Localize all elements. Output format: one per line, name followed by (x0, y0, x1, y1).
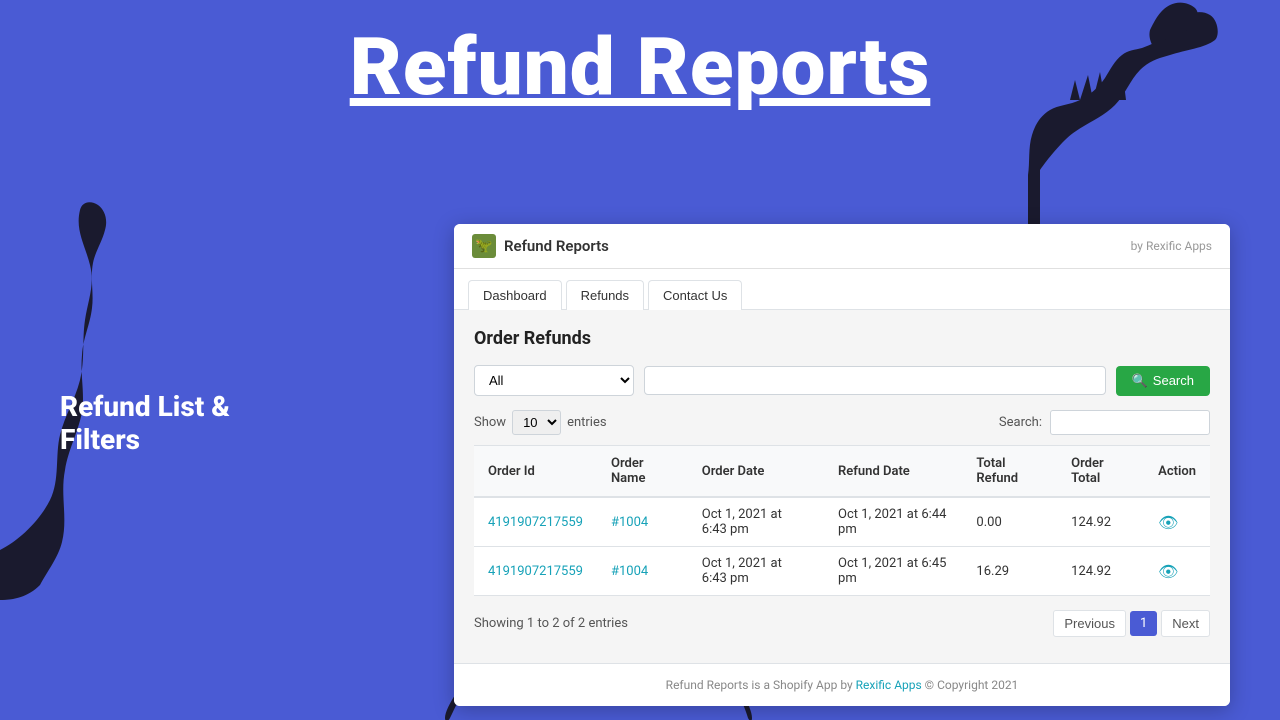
row1-refund-date: Oct 1, 2021 at 6:44 pm (824, 497, 962, 547)
table-header-row: Order Id Order Name Order Date Refund Da… (474, 446, 1210, 498)
footer-rexific-link[interactable]: Rexific Apps (856, 678, 922, 692)
app-logo-area: 🦖 Refund Reports (472, 234, 609, 258)
search-icon: 🔍 (1132, 373, 1148, 389)
row2-refund-date: Oct 1, 2021 at 6:45 pm (824, 547, 962, 596)
row1-action: 👁 (1144, 497, 1210, 547)
table-search-input[interactable] (1050, 410, 1210, 435)
footer-text-before: Refund Reports is a Shopify App by (666, 678, 856, 692)
dino-top-icon (840, 0, 1220, 230)
col-refund-date: Refund Date (824, 446, 962, 498)
row1-total-refund: 0.00 (962, 497, 1057, 547)
pagination-row: Showing 1 to 2 of 2 entries Previous 1 N… (474, 610, 1210, 637)
by-rexific-label: by Rexific Apps (1131, 239, 1212, 253)
content-area: Order Refunds All Refunded Partial 🔍 Sea… (454, 310, 1230, 655)
search-right-label: Search: (999, 415, 1042, 430)
row1-order-total: 124.92 (1057, 497, 1144, 547)
tab-refunds[interactable]: Refunds (566, 280, 644, 310)
row2-view-icon[interactable]: 👁 (1158, 562, 1178, 581)
col-action: Action (1144, 446, 1210, 498)
nav-tabs: Dashboard Refunds Contact Us (454, 269, 1230, 310)
filter-select[interactable]: All Refunded Partial (474, 365, 634, 396)
refunds-table: Order Id Order Name Order Date Refund Da… (474, 445, 1210, 596)
app-header: 🦖 Refund Reports by Rexific Apps (454, 224, 1230, 269)
row1-order-name-link[interactable]: #1004 (611, 515, 648, 530)
row2-order-date: Oct 1, 2021 at 6:43 pm (688, 547, 824, 596)
dino-logo-emoji: 🦖 (475, 238, 492, 254)
filter-row: All Refunded Partial 🔍 Search (474, 365, 1210, 396)
app-title: Refund Reports (504, 237, 609, 255)
col-order-date: Order Date (688, 446, 824, 498)
entries-select[interactable]: 10 25 50 (512, 410, 561, 435)
col-order-id: Order Id (474, 446, 597, 498)
tab-contact-us[interactable]: Contact Us (648, 280, 742, 310)
row2-order-id-link[interactable]: 4191907217559 (488, 564, 583, 579)
pagination-controls: Previous 1 Next (1053, 610, 1210, 637)
previous-button[interactable]: Previous (1053, 610, 1126, 637)
search-button[interactable]: 🔍 Search (1116, 366, 1210, 396)
table-row: 4191907217559 #1004 Oct 1, 2021 at 6:43 … (474, 497, 1210, 547)
row2-order-total: 124.92 (1057, 547, 1144, 596)
row2-order-name-link[interactable]: #1004 (611, 564, 648, 579)
row2-action: 👁 (1144, 547, 1210, 596)
filter-input[interactable] (644, 366, 1106, 395)
row2-total-refund: 16.29 (962, 547, 1057, 596)
side-label: Refund List & Filters (60, 390, 260, 456)
col-total-refund: Total Refund (962, 446, 1057, 498)
app-panel: 🦖 Refund Reports by Rexific Apps Dashboa… (454, 224, 1230, 706)
section-title: Order Refunds (474, 328, 1210, 349)
entries-left: Show 10 25 50 entries (474, 410, 607, 435)
col-order-total: Order Total (1057, 446, 1144, 498)
page-1-button[interactable]: 1 (1130, 611, 1157, 636)
row1-view-icon[interactable]: 👁 (1158, 513, 1178, 532)
col-order-name: Order Name (597, 446, 688, 498)
show-label: Show (474, 415, 506, 430)
footer-text-after: © Copyright 2021 (922, 678, 1019, 692)
row1-order-date: Oct 1, 2021 at 6:43 pm (688, 497, 824, 547)
next-button[interactable]: Next (1161, 610, 1210, 637)
row2-order-name: #1004 (597, 547, 688, 596)
table-row: 4191907217559 #1004 Oct 1, 2021 at 6:43 … (474, 547, 1210, 596)
search-right: Search: (999, 410, 1210, 435)
tab-dashboard[interactable]: Dashboard (468, 280, 562, 310)
app-logo-icon: 🦖 (472, 234, 496, 258)
row1-order-id-link[interactable]: 4191907217559 (488, 515, 583, 530)
entries-label: entries (567, 415, 607, 430)
showing-text: Showing 1 to 2 of 2 entries (474, 616, 628, 631)
row2-order-id: 4191907217559 (474, 547, 597, 596)
row1-order-id: 4191907217559 (474, 497, 597, 547)
row1-order-name: #1004 (597, 497, 688, 547)
search-btn-label: Search (1153, 373, 1194, 388)
app-footer: Refund Reports is a Shopify App by Rexif… (454, 663, 1230, 706)
entries-row: Show 10 25 50 entries Search: (474, 410, 1210, 435)
